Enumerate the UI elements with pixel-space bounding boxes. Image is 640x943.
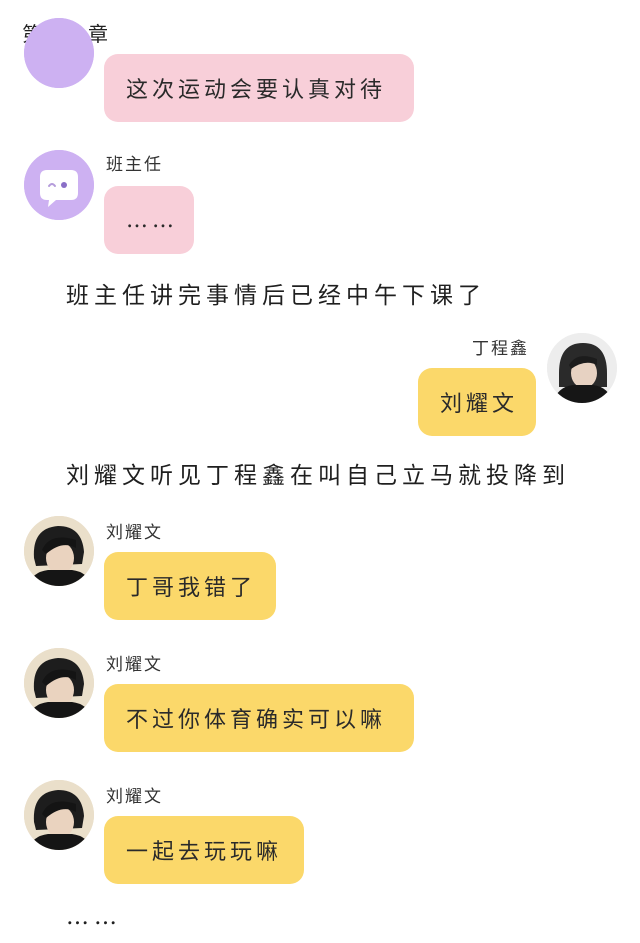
message-bubble[interactable]: 这次运动会要认真对待 (104, 54, 414, 122)
message-bubble[interactable]: …… (104, 186, 194, 254)
user-avatar[interactable] (24, 648, 94, 718)
teacher-avatar[interactable] (24, 150, 94, 220)
boy-portrait-avatar (24, 516, 94, 586)
user-avatar[interactable] (24, 780, 94, 850)
boy-portrait-avatar (24, 780, 94, 850)
boy-portrait-avatar (24, 648, 94, 718)
sender-name: 刘耀文 (106, 523, 163, 543)
narration-line: 班主任讲完事情后已经中午下课了 (66, 283, 486, 309)
user-avatar[interactable] (24, 516, 94, 586)
message-text: 一起去玩玩嘛 (126, 840, 283, 865)
message-bubble[interactable]: 刘耀文 (418, 368, 536, 436)
sender-name: 丁程鑫 (472, 339, 529, 359)
chat-bubble-face-icon (24, 18, 94, 88)
ending-ellipsis: …… (66, 904, 122, 930)
chat-bubble-face-icon (24, 150, 94, 220)
message-text: 刘耀文 (440, 392, 519, 417)
message-text: 这次运动会要认真对待 (126, 78, 387, 103)
message-text: …… (126, 207, 178, 233)
user-avatar[interactable] (547, 333, 617, 403)
message-bubble[interactable]: 一起去玩玩嘛 (104, 816, 304, 884)
narration-line: 刘耀文听见丁程鑫在叫自己立马就投降到 (66, 463, 570, 489)
teacher-avatar[interactable] (24, 18, 94, 88)
message-text: 丁哥我错了 (126, 576, 257, 601)
sender-name: 班主任 (106, 155, 163, 175)
sender-name: 刘耀文 (106, 655, 163, 675)
message-text: 不过你体育确实可以嘛 (126, 708, 387, 733)
message-bubble[interactable]: 不过你体育确实可以嘛 (104, 684, 414, 752)
boy-portrait-avatar (547, 333, 617, 403)
message-bubble[interactable]: 丁哥我错了 (104, 552, 276, 620)
sender-name: 刘耀文 (106, 787, 163, 807)
